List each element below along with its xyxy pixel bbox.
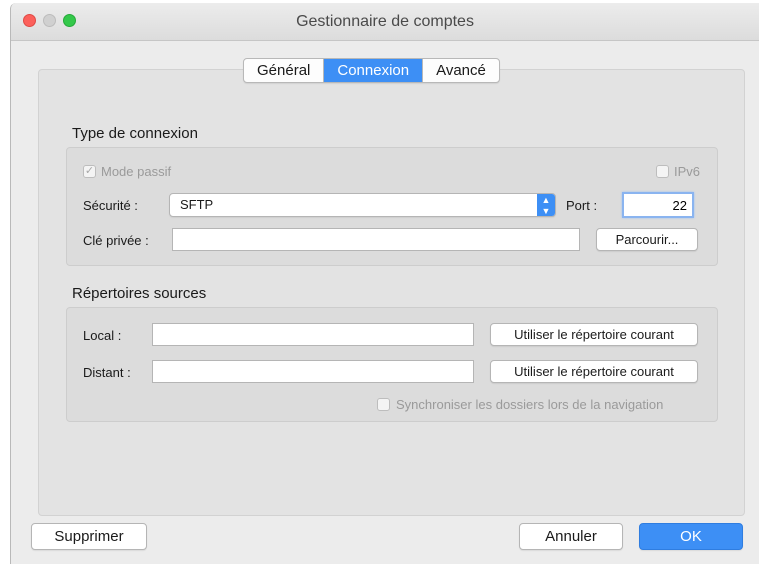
browse-button[interactable]: Parcourir...: [596, 228, 698, 251]
source-directories-group: Local : Utiliser le répertoire courant D…: [66, 307, 718, 422]
security-select[interactable]: SFTP ▲ ▼: [169, 193, 556, 217]
private-key-input[interactable]: [172, 228, 580, 251]
sync-folders-checkbox[interactable]: [377, 398, 390, 411]
tab-bar: Général Connexion Avancé: [243, 58, 500, 83]
cancel-button[interactable]: Annuler: [519, 523, 623, 550]
connection-tab-panel: Type de connexion ✓ Mode passif IPv6 Séc…: [38, 69, 745, 516]
title-bar[interactable]: Gestionnaire de comptes: [11, 3, 759, 41]
ipv6-checkbox[interactable]: [656, 165, 669, 178]
connection-type-group: ✓ Mode passif IPv6 Sécurité : SFTP ▲ ▼ Po…: [66, 147, 718, 266]
remote-label: Distant :: [83, 365, 131, 380]
account-manager-window: Gestionnaire de comptes Type de connexio…: [10, 3, 759, 564]
port-label: Port :: [566, 198, 598, 213]
security-label: Sécurité :: [83, 198, 138, 213]
ipv6-label: IPv6: [674, 164, 701, 179]
local-directory-input[interactable]: [152, 323, 474, 346]
updown-chevron-icon: ▲ ▼: [537, 194, 555, 216]
delete-button[interactable]: Supprimer: [31, 523, 147, 550]
tab-connection[interactable]: Connexion: [324, 59, 424, 82]
security-value: SFTP: [180, 197, 214, 212]
window-title: Gestionnaire de comptes: [296, 13, 474, 30]
use-current-remote-button[interactable]: Utiliser le répertoire courant: [490, 360, 698, 383]
ok-button[interactable]: OK: [639, 523, 743, 550]
use-current-local-button[interactable]: Utiliser le répertoire courant: [490, 323, 698, 346]
connection-type-title: Type de connexion: [72, 125, 198, 142]
local-label: Local :: [83, 328, 122, 343]
sync-folders-label: Synchroniser les dossiers lors de la nav…: [396, 397, 664, 412]
checkmark-icon: ✓: [84, 165, 95, 177]
tab-advanced[interactable]: Avancé: [423, 59, 499, 82]
port-input[interactable]: [622, 192, 694, 218]
passive-mode-checkbox[interactable]: ✓: [83, 165, 96, 178]
remote-directory-input[interactable]: [152, 360, 474, 383]
passive-mode-label: Mode passif: [101, 164, 172, 179]
private-key-label: Clé privée :: [83, 233, 149, 248]
source-directories-title: Répertoires sources: [72, 285, 207, 302]
tab-general[interactable]: Général: [244, 59, 325, 82]
